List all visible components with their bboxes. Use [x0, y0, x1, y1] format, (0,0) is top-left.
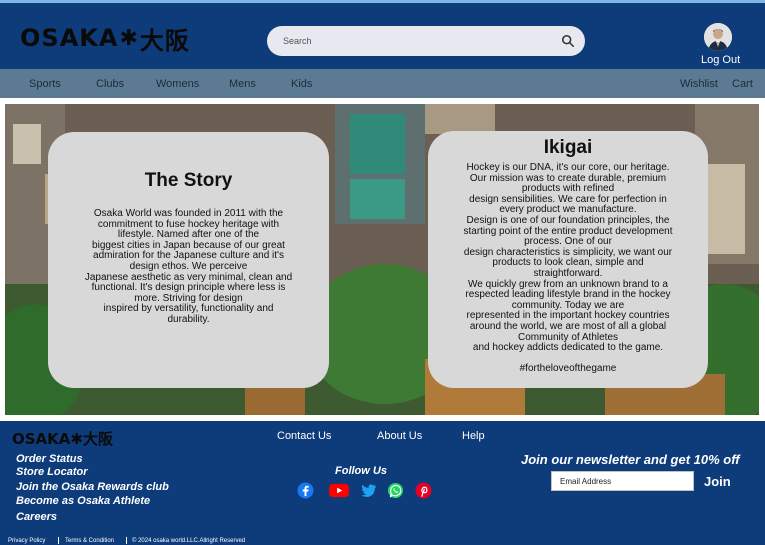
newsletter-email-input[interactable] — [551, 471, 694, 491]
logo-star-icon: ✱ — [119, 25, 139, 51]
whatsapp-icon[interactable] — [387, 482, 404, 499]
ikigai-line: and hockey addicts dedicated to the game… — [472, 342, 664, 354]
terms-link[interactable]: Terms & Condition — [65, 537, 114, 545]
story-title: The Story — [144, 170, 233, 191]
youtube-icon[interactable] — [328, 482, 350, 499]
nav-item-mens[interactable]: Mens — [229, 78, 256, 90]
wishlist-link[interactable]: Wishlist — [680, 78, 718, 90]
legal-divider — [58, 537, 59, 544]
become-athlete-link[interactable]: Become as Osaka Athlete — [16, 495, 150, 507]
contact-us-link[interactable]: Contact Us — [277, 430, 331, 442]
legal-bar: Privacy Policy Terms & Condition © 2024 … — [0, 537, 765, 545]
facebook-icon[interactable] — [297, 482, 314, 499]
help-link[interactable]: Help — [462, 430, 485, 442]
search-input[interactable] — [283, 36, 561, 46]
cart-link[interactable]: Cart — [732, 78, 753, 90]
ikigai-line: straightforward. — [533, 267, 603, 279]
story-line: Osaka World was founded in 2011 with the — [93, 208, 284, 219]
footer-logo-kanji: 大阪 — [82, 430, 113, 448]
ikigai-line: Design is one of our foundation principl… — [466, 214, 670, 226]
privacy-policy-link[interactable]: Privacy Policy — [8, 537, 45, 545]
footer-logo-text: OSAKA — [12, 430, 71, 448]
order-status-link[interactable]: Order Status — [16, 453, 83, 465]
ikigai-hashtag: #fortheloveofthegame — [519, 362, 617, 374]
top-header: OSAKA ✱ 大阪 Log Out — [0, 0, 765, 69]
story-line: design ethos. We perceive — [129, 260, 248, 272]
nav-item-womens[interactable]: Womens — [156, 78, 199, 90]
pinterest-icon[interactable] — [415, 482, 432, 499]
ikigai-line: around the world, we are most of all a g… — [469, 320, 667, 332]
ikigai-title: Ikigai — [543, 137, 593, 158]
story-line: durability. — [167, 313, 210, 325]
about-us-link[interactable]: About Us — [377, 430, 422, 442]
ikigai-card: Ikigai Hockey is our DNA, it's our core,… — [428, 131, 708, 388]
nav-item-kids[interactable]: Kids — [291, 78, 312, 90]
story-card: The Story Osaka World was founded in 201… — [48, 132, 329, 388]
store-locator-link[interactable]: Store Locator — [16, 466, 88, 478]
ikigai-line: Hockey is our DNA, it's our core, our he… — [466, 162, 670, 173]
careers-link[interactable]: Careers — [16, 511, 57, 523]
twitter-icon[interactable] — [360, 482, 377, 499]
site-footer: OSAKA✱大阪 Contact Us About Us Help Order … — [0, 421, 765, 545]
search-bar[interactable] — [267, 26, 585, 56]
hero-banner: The Story Osaka World was founded in 201… — [5, 104, 759, 415]
main-nav: Sports Clubs Womens Mens Kids Wishlist C… — [0, 69, 765, 98]
newsletter-join-button[interactable]: Join — [704, 474, 731, 489]
footer-logo[interactable]: OSAKA✱大阪 — [12, 428, 113, 449]
rewards-club-link[interactable]: Join the Osaka Rewards club — [16, 481, 169, 493]
nav-item-clubs[interactable]: Clubs — [96, 78, 124, 90]
footer-logo-star-icon: ✱ — [70, 430, 83, 448]
search-icon[interactable] — [561, 34, 575, 48]
logo-kanji: 大阪 — [139, 26, 190, 55]
nav-item-sports[interactable]: Sports — [29, 78, 61, 90]
brand-logo[interactable]: OSAKA ✱ 大阪 — [20, 24, 190, 55]
logout-link[interactable]: Log Out — [701, 54, 740, 66]
ikigai-text: Hockey is our DNA, it's our core, our he… — [428, 162, 708, 374]
copyright-text: © 2024 osaka world.LLC.Allright Reserved — [132, 538, 246, 544]
logo-text: OSAKA — [20, 24, 119, 52]
legal-divider — [126, 537, 127, 544]
follow-us-label: Follow Us — [335, 465, 387, 477]
newsletter-title: Join our newsletter and get 10% off — [521, 452, 740, 467]
story-text: Osaka World was founded in 2011 with the… — [48, 208, 329, 326]
user-photo-icon — [704, 23, 732, 51]
user-avatar[interactable] — [704, 23, 732, 51]
